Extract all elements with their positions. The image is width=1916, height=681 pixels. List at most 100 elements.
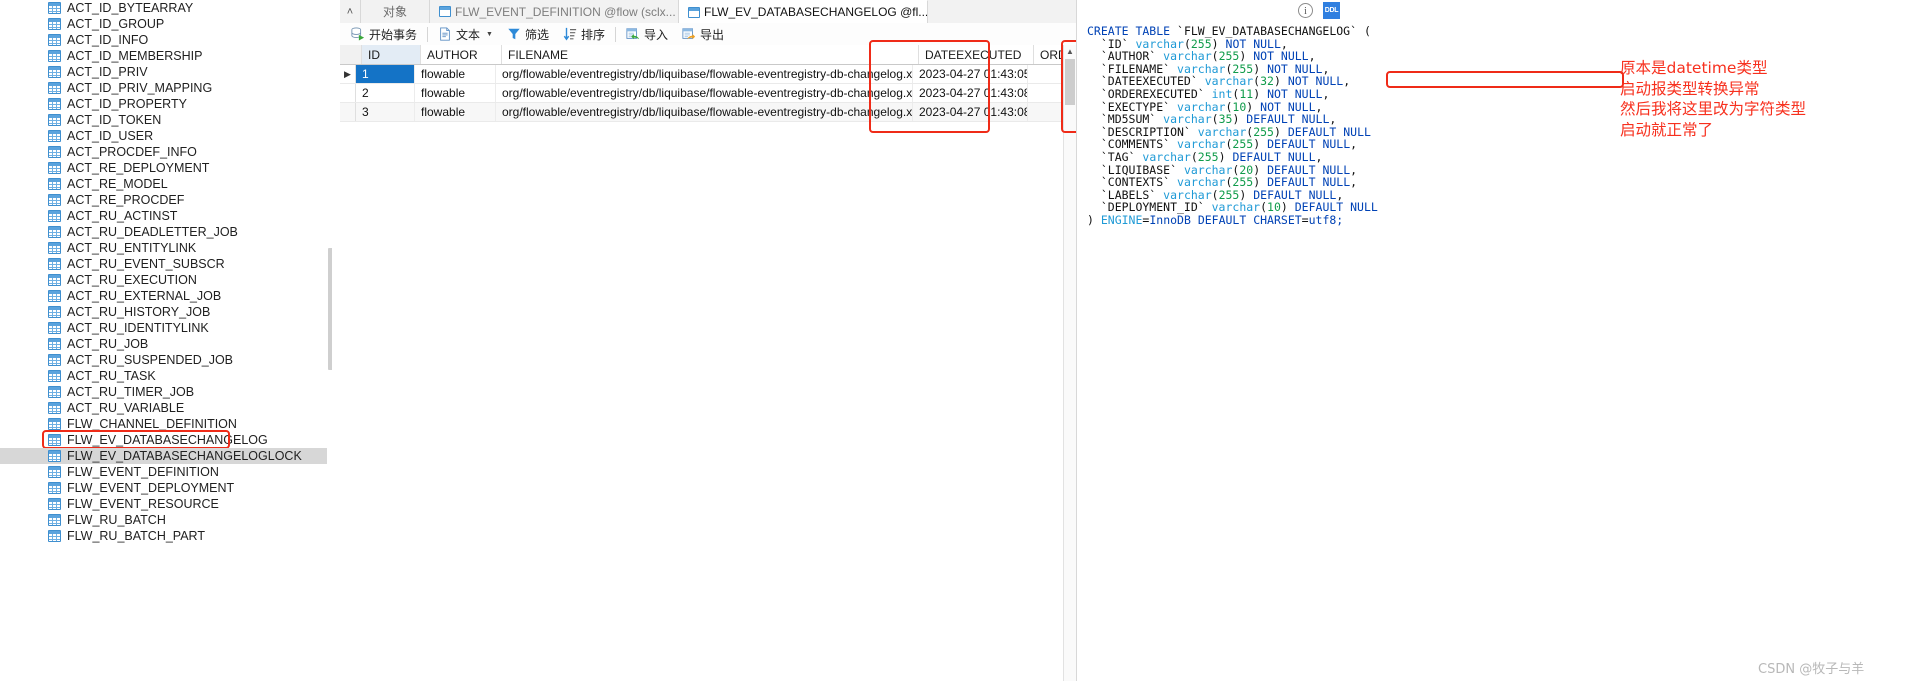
tab-1[interactable]: FLW_EVENT_DEFINITION @flow (sclx... [430, 0, 680, 23]
grid-vertical-scrollbar[interactable]: ▲ [1063, 45, 1076, 681]
table-list-sidebar[interactable]: ACT_ID_BYTEARRAY ACT_ID_GROUP ACT_ID_INFO A… [0, 0, 332, 681]
table-list-item[interactable]: ACT_ID_PRIV_MAPPING [0, 80, 332, 96]
table-list-item[interactable]: ACT_RE_DEPLOYMENT [0, 160, 332, 176]
toolbar-sort-button[interactable]: 排序 [556, 24, 612, 44]
toolbar-filter-button[interactable]: 筛选 [500, 24, 556, 44]
annotation-line: 然后我将这里改为字符类型 [1620, 100, 1807, 118]
table-list-item[interactable]: ACT_ID_BYTEARRAY [0, 0, 332, 16]
table-list-item[interactable]: ACT_RU_HISTORY_JOB [0, 304, 332, 320]
cell-author[interactable]: flowable [415, 84, 496, 102]
tab-bar[interactable]: ˄ 对象 FLW_EVENT_DEFINITION @flow (sclx... F… [340, 0, 1076, 24]
toolbar-text-button[interactable]: 文本 ▼ [431, 24, 500, 44]
text-icon [438, 27, 452, 41]
cell-filename[interactable]: org/flowable/eventregistry/db/liquibase/… [496, 65, 913, 83]
data-grid[interactable]: ID AUTHOR FILENAME DATEEXECUTED ORDEREXE… [340, 45, 1076, 681]
collapse-caret-icon[interactable]: ˄ [340, 0, 360, 23]
cell-filename[interactable]: org/flowable/eventregistry/db/liquibase/… [496, 84, 913, 102]
table-list-item[interactable]: ACT_RU_ENTITYLINK [0, 240, 332, 256]
table-list-item[interactable]: ACT_ID_USER [0, 128, 332, 144]
toolbar-item-label: 导入 [644, 27, 669, 42]
sort-icon [563, 27, 577, 41]
table-row[interactable]: 2 flowable org/flowable/eventregistry/db/l… [340, 84, 1076, 103]
table-list-item[interactable]: ACT_RU_EXECUTION [0, 272, 332, 288]
table-list-item[interactable]: FLW_RU_BATCH_PART [0, 528, 332, 544]
table-list-item[interactable]: ACT_RU_TIMER_JOB [0, 384, 332, 400]
table-list-item[interactable]: ACT_RU_ACTINST [0, 208, 332, 224]
table-list-item-label: ACT_RU_TASK [67, 369, 156, 383]
table-icon [48, 146, 61, 158]
row-marker[interactable]: ▶ [340, 65, 356, 83]
grid-scrollbar-thumb[interactable] [1065, 59, 1075, 105]
table-list-item[interactable]: ACT_RU_EVENT_SUBSCR [0, 256, 332, 272]
table-list-item[interactable]: ACT_ID_INFO [0, 32, 332, 48]
cell-author[interactable]: flowable [415, 103, 496, 121]
table-list-item[interactable]: FLW_EVENT_DEPLOYMENT [0, 480, 332, 496]
grid-toolbar[interactable]: 开始事务 文本 ▼ 筛选 排序 导入 导出 [340, 23, 1080, 46]
table-list-item[interactable]: FLW_RU_BATCH [0, 512, 332, 528]
cell-dateexecuted[interactable]: 2023-04-27 01:43:08 [913, 84, 1028, 102]
scroll-up-arrow-icon[interactable]: ▲ [1064, 45, 1076, 58]
table-list-item[interactable]: ACT_RU_JOB [0, 336, 332, 352]
cell-author[interactable]: flowable [415, 65, 496, 83]
table-icon [48, 194, 61, 206]
toolbar-import-button[interactable]: 导入 [619, 24, 675, 44]
cell-filename[interactable]: org/flowable/eventregistry/db/liquibase/… [496, 103, 913, 121]
chevron-down-icon[interactable]: ▼ [486, 31, 493, 38]
ddl-pane-icons[interactable]: i DDL [1298, 2, 1340, 19]
table-list-item-label: ACT_PROCDEF_INFO [67, 145, 197, 159]
toolbar-begin-transaction-button[interactable]: 开始事务 [344, 24, 424, 44]
table-icon [48, 402, 61, 414]
table-list-item[interactable]: FLW_EVENT_DEFINITION [0, 464, 332, 480]
table-list-item[interactable]: ACT_ID_PROPERTY [0, 96, 332, 112]
table-row[interactable]: 3 flowable org/flowable/eventregistry/db/l… [340, 103, 1076, 122]
toolbar-export-button[interactable]: 导出 [675, 24, 731, 44]
table-list-item-label: ACT_ID_GROUP [67, 17, 165, 31]
table-list-item[interactable]: ACT_RE_MODEL [0, 176, 332, 192]
table-list-item[interactable]: FLW_EVENT_RESOURCE [0, 496, 332, 512]
cell-id[interactable]: 2 [356, 84, 415, 102]
cell-id[interactable]: 3 [356, 103, 415, 121]
table-list-item[interactable]: ACT_ID_TOKEN [0, 112, 332, 128]
table-row[interactable]: ▶ 1 flowable org/flowable/eventregistry/db/… [340, 65, 1076, 84]
sidebar-scrollbar-thumb[interactable] [328, 248, 332, 370]
table-list-item[interactable]: ACT_RU_EXTERNAL_JOB [0, 288, 332, 304]
table-list-item-label: ACT_ID_PROPERTY [67, 97, 187, 111]
table-icon [48, 466, 61, 478]
table-list-item[interactable]: ACT_ID_GROUP [0, 16, 332, 32]
table-list-item[interactable]: ACT_RU_SUSPENDED_JOB [0, 352, 332, 368]
table-list-item[interactable]: ACT_PROCDEF_INFO [0, 144, 332, 160]
table-list[interactable]: ACT_ID_BYTEARRAY ACT_ID_GROUP ACT_ID_INFO A… [0, 0, 332, 544]
table-list-item-label: ACT_RU_TIMER_JOB [67, 385, 195, 399]
grid-header-author[interactable]: AUTHOR [421, 45, 502, 64]
table-list-item-label: ACT_RU_DEADLETTER_JOB [67, 225, 238, 239]
cell-id[interactable]: 1 [356, 65, 415, 83]
ddl-toggle-button[interactable]: DDL [1323, 2, 1340, 19]
table-list-item[interactable]: ACT_RU_VARIABLE [0, 400, 332, 416]
table-list-item[interactable]: ACT_RU_TASK [0, 368, 332, 384]
table-list-item[interactable]: FLW_CHANNEL_DEFINITION [0, 416, 332, 432]
table-list-item[interactable]: ACT_RU_IDENTITYLINK [0, 320, 332, 336]
table-icon [48, 66, 61, 78]
table-list-item[interactable]: ACT_ID_MEMBERSHIP [0, 48, 332, 64]
table-list-item-label: ACT_ID_USER [67, 129, 154, 143]
table-list-item-label: ACT_ID_TOKEN [67, 113, 162, 127]
grid-header-dateexecuted[interactable]: DATEEXECUTED [919, 45, 1034, 64]
grid-header-filename[interactable]: FILENAME [502, 45, 919, 64]
table-list-item[interactable]: ACT_RE_PROCDEF [0, 192, 332, 208]
table-list-item-label: FLW_EVENT_DEFINITION [67, 465, 219, 479]
info-icon[interactable]: i [1298, 3, 1313, 18]
table-icon [48, 530, 61, 542]
table-list-item[interactable]: ACT_ID_PRIV [0, 64, 332, 80]
cell-dateexecuted[interactable]: 2023-04-27 01:43:05 [913, 65, 1028, 83]
grid-body[interactable]: ▶ 1 flowable org/flowable/eventregistry/db/… [340, 65, 1076, 122]
grid-header-id[interactable]: ID [362, 45, 421, 64]
tab-0[interactable]: 对象 [360, 0, 431, 23]
cell-dateexecuted[interactable]: 2023-04-27 01:43:08 [913, 103, 1028, 121]
table-list-item[interactable]: FLW_EV_DATABASECHANGELOGLOCK [0, 448, 332, 464]
table-list-item[interactable]: ACT_RU_DEADLETTER_JOB [0, 224, 332, 240]
table-list-item[interactable]: FLW_EV_DATABASECHANGELOG [0, 432, 332, 448]
row-marker[interactable] [340, 84, 356, 102]
row-marker[interactable] [340, 103, 356, 121]
table-list-item-label: ACT_ID_MEMBERSHIP [67, 49, 203, 63]
tab-2[interactable]: FLW_EV_DATABASECHANGELOG @fl... [679, 0, 929, 23]
